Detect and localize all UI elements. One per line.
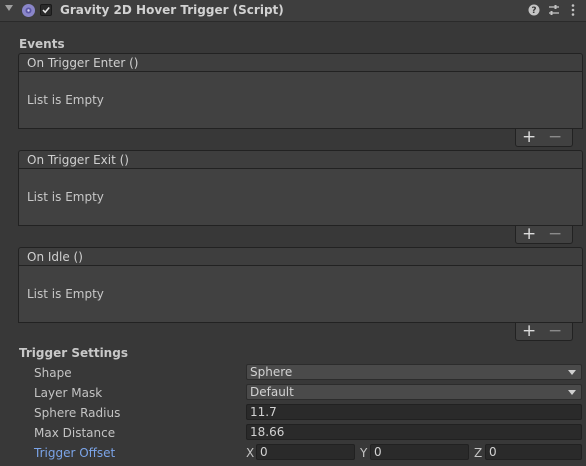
foldout-arrow-icon[interactable] [5, 5, 13, 11]
event-title: On Idle () [18, 247, 583, 266]
offset-z-input[interactable]: 0 [485, 444, 582, 460]
trigger-offset-label: Trigger Offset [34, 446, 116, 460]
svg-text:?: ? [531, 6, 536, 16]
chevron-down-icon [568, 390, 576, 395]
add-listener-button[interactable]: + [522, 321, 536, 341]
empty-list-text: List is Empty [27, 287, 104, 301]
menu-icon[interactable] [566, 3, 580, 17]
script-icon [22, 4, 35, 17]
preset-icon[interactable] [547, 3, 561, 17]
offset-y-input[interactable]: 0 [370, 444, 469, 460]
offset-x-label[interactable]: X [246, 446, 254, 460]
offset-y-label[interactable]: Y [360, 446, 367, 460]
remove-listener-button[interactable]: − [548, 224, 562, 244]
component-enabled-checkbox[interactable] [40, 4, 52, 16]
sphere-radius-label: Sphere Radius [34, 406, 121, 420]
shape-dropdown[interactable]: Sphere [246, 364, 582, 380]
events-section-label: Events [19, 37, 65, 51]
component-title: Gravity 2D Hover Trigger (Script) [60, 3, 284, 17]
event-title: On Trigger Enter () [18, 53, 583, 72]
trigger-settings-section-label: Trigger Settings [19, 346, 128, 360]
checkmark-icon [42, 6, 50, 14]
max-distance-input[interactable]: 18.66 [246, 424, 582, 440]
layer-mask-dropdown[interactable]: Default [246, 384, 582, 400]
add-listener-button[interactable]: + [522, 224, 536, 244]
event-list-body: List is Empty [18, 72, 583, 129]
layer-mask-value: Default [250, 385, 294, 399]
sphere-radius-input[interactable]: 11.7 [246, 404, 582, 420]
event-list-body: List is Empty [18, 169, 583, 226]
help-icon[interactable]: ? [527, 3, 541, 17]
event-list-body: List is Empty [18, 266, 583, 323]
empty-list-text: List is Empty [27, 190, 104, 204]
chevron-down-icon [568, 370, 576, 375]
max-distance-label: Max Distance [34, 426, 116, 440]
add-remove-footer: + − [515, 321, 573, 341]
layer-mask-label: Layer Mask [34, 386, 103, 400]
shape-value: Sphere [250, 365, 293, 379]
offset-z-label[interactable]: Z [474, 446, 482, 460]
add-remove-footer: + − [515, 224, 573, 244]
add-listener-button[interactable]: + [522, 127, 536, 147]
empty-list-text: List is Empty [27, 93, 104, 107]
offset-x-input[interactable]: 0 [256, 444, 355, 460]
add-remove-footer: + − [515, 127, 573, 147]
remove-listener-button[interactable]: − [548, 321, 562, 341]
event-title: On Trigger Exit () [18, 150, 583, 169]
shape-label: Shape [34, 366, 72, 380]
component-header: Gravity 2D Hover Trigger (Script) ? [0, 0, 586, 22]
remove-listener-button[interactable]: − [548, 127, 562, 147]
